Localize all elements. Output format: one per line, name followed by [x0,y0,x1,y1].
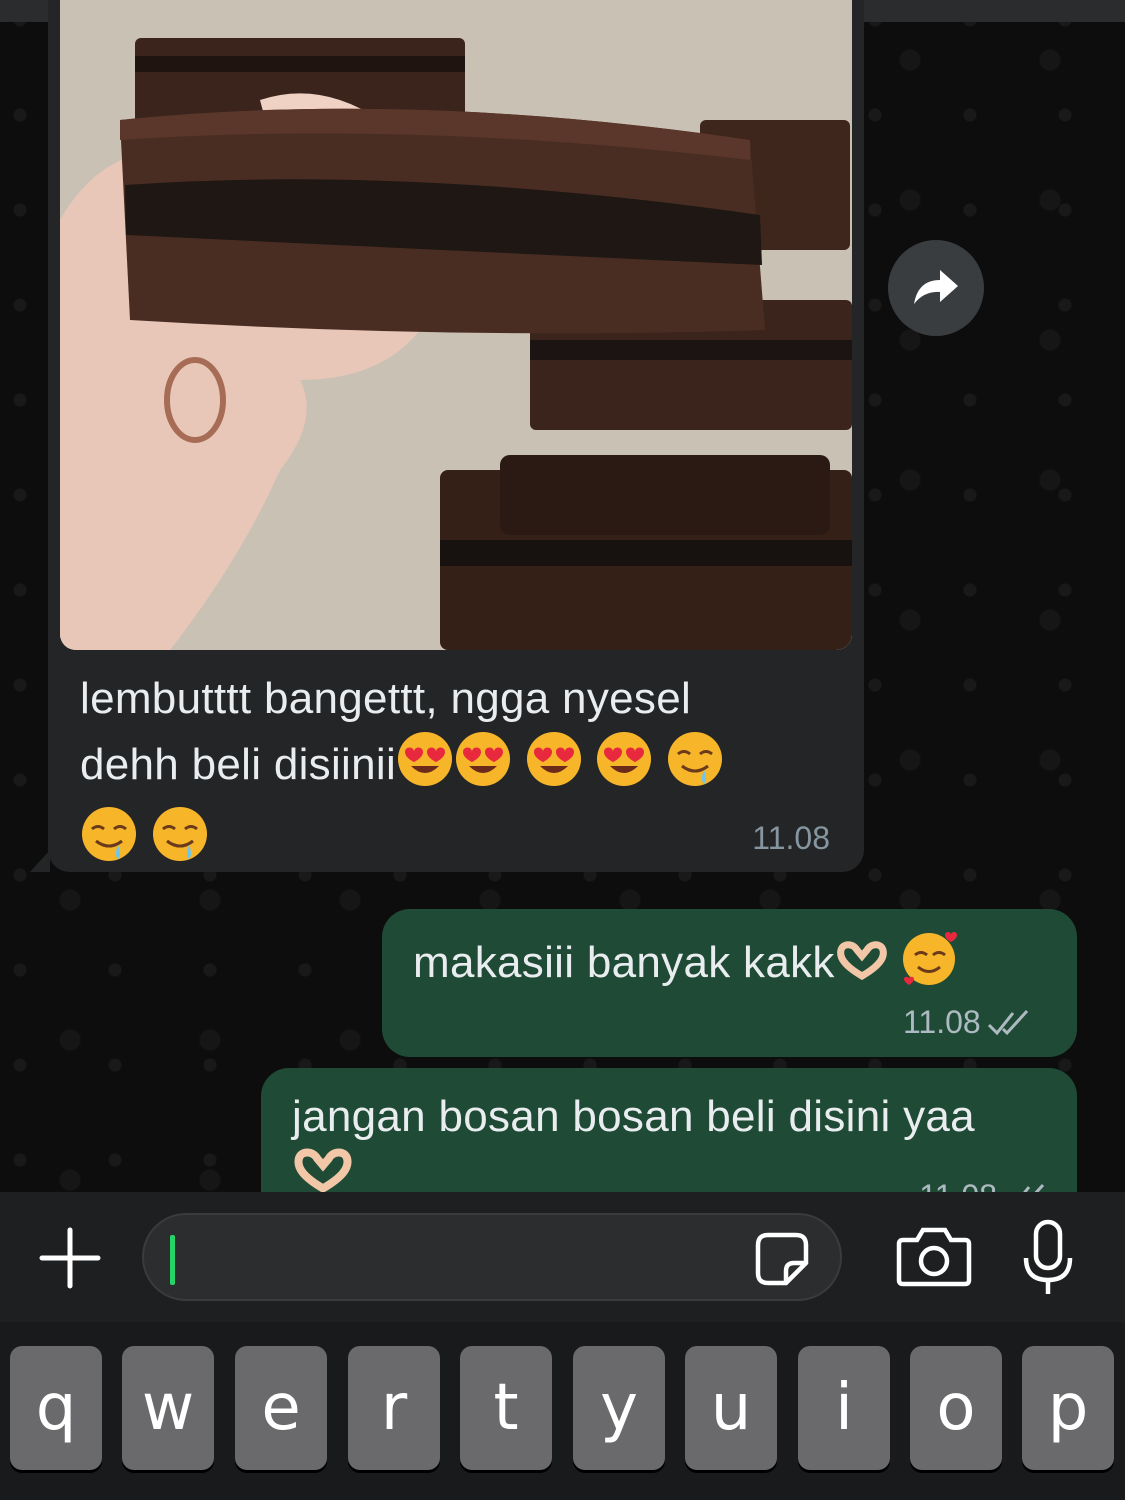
key-u[interactable]: u [685,1346,777,1470]
drooling-emoji [80,805,138,880]
key-y[interactable]: y [573,1346,665,1470]
attach-button[interactable] [36,1224,104,1292]
forward-icon [914,270,958,304]
microphone-icon [1023,1219,1073,1294]
double-check-icon [987,1009,1028,1035]
message-meta: 11.08 [903,1004,1095,1041]
key-o[interactable]: o [910,1346,1002,1470]
key-e[interactable]: e [235,1346,327,1470]
heart-eyes-emoji [396,730,454,805]
heart-eyes-emoji [454,730,512,805]
camera-icon [896,1227,972,1287]
brownie-photo[interactable] [60,0,852,650]
sticker-icon [755,1232,809,1286]
heart-hands-emoji [835,937,889,995]
drooling-emoji [666,730,724,805]
incoming-message-bubble[interactable]: lembutttt bangettt, ngga nyesel dehh bel… [30,0,864,872]
message-meta: 11.08 [919,1178,1047,1192]
keyboard: q w e r t y u i o p [0,1322,1125,1500]
drooling-emoji [151,805,209,880]
key-w[interactable]: w [122,1346,214,1470]
heart-eyes-emoji [595,730,653,805]
microphone-button[interactable] [1018,1218,1078,1298]
camera-button[interactable] [895,1224,973,1288]
incoming-message-text: lembutttt bangettt, ngga nyesel dehh bel… [80,668,780,880]
key-q[interactable]: q [10,1346,102,1470]
message-time: 11.08 [919,1178,997,1192]
chat-area[interactable]: lembutttt bangettt, ngga nyesel dehh bel… [0,0,1125,1192]
message-input-bar [0,1192,1125,1322]
text-caret [170,1235,175,1285]
message-input[interactable] [142,1213,842,1301]
double-check-icon [1022,1183,1045,1192]
plus-icon [39,1227,101,1289]
heart-eyes-emoji [525,730,583,805]
key-i[interactable]: i [798,1346,890,1470]
message-time: 11.08 [903,1004,981,1040]
message-time: 11.08 [752,820,830,856]
key-t[interactable]: t [460,1346,552,1470]
outgoing-message-text: makasiii banyak kakk [413,929,961,1002]
outgoing-message-text: jangan bosan bosan beli disini yaa [292,1088,1052,1192]
outgoing-message-bubble[interactable]: jangan bosan bosan beli disini yaa 11.08 [261,1068,1077,1192]
sticker-button[interactable] [752,1229,812,1289]
key-r[interactable]: r [348,1346,440,1470]
key-p[interactable]: p [1022,1346,1114,1470]
smiling-face-with-hearts-emoji [901,929,961,1002]
forward-button[interactable] [888,240,984,336]
heart-hands-emoji [292,1147,354,1192]
